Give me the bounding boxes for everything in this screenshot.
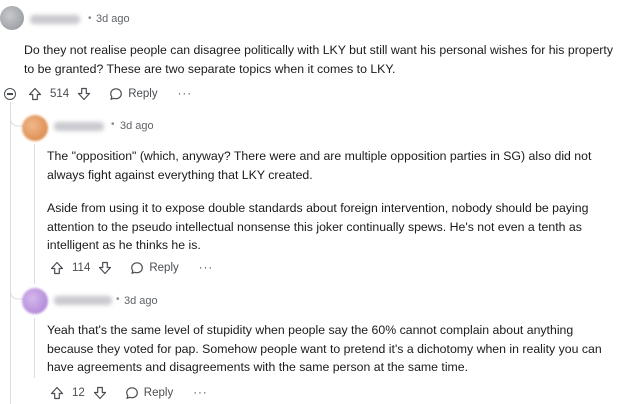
- upvote-button[interactable]: [50, 386, 64, 400]
- more-options-button[interactable]: ···: [193, 387, 208, 399]
- more-options-button[interactable]: ···: [178, 88, 193, 100]
- comment-body: Yeah that's the same level of stupidity …: [47, 321, 632, 377]
- vote-bar: 12 Reply ···: [50, 385, 208, 401]
- thread-line-reply[interactable]: [34, 318, 35, 378]
- username[interactable]: [54, 296, 112, 305]
- reply-label: Reply: [128, 88, 158, 100]
- comment-line: because they voted for pap. Somehow peop…: [47, 341, 602, 356]
- comment-line: always fight against everything that LKY…: [47, 167, 313, 182]
- downvote-button[interactable]: [98, 261, 112, 275]
- comment-line: Aside from using it to expose double sta…: [47, 201, 589, 215]
- thread-line-reply[interactable]: [34, 144, 35, 284]
- username[interactable]: [54, 122, 104, 131]
- comment-body: The "opposition" (which, anyway? There w…: [47, 147, 632, 255]
- thread-line-main[interactable]: [10, 102, 11, 404]
- more-options-button[interactable]: ···: [199, 262, 214, 274]
- timestamp[interactable]: 3d ago: [124, 295, 158, 307]
- meta-separator: •: [116, 294, 120, 305]
- meta-separator: •: [111, 119, 115, 130]
- upvote-button[interactable]: [28, 87, 42, 101]
- timestamp[interactable]: 3d ago: [96, 13, 130, 25]
- reply-icon: [125, 387, 138, 399]
- vote-bar: 514 Reply ···: [28, 86, 192, 102]
- upvote-icon: [28, 87, 42, 101]
- comment-line: to be granted? These are two separate to…: [24, 61, 396, 76]
- downvote-icon: [78, 87, 91, 101]
- reply-icon: [110, 88, 123, 100]
- downvote-button[interactable]: [77, 87, 91, 101]
- avatar[interactable]: [22, 288, 48, 314]
- collapse-thread-button[interactable]: [4, 88, 16, 100]
- downvote-icon: [93, 386, 106, 400]
- comment-line: attention to the pseudo intellectual non…: [47, 219, 582, 234]
- reply-button[interactable]: Reply: [130, 261, 179, 275]
- avatar[interactable]: [22, 115, 48, 141]
- reply-icon: [131, 262, 144, 274]
- meta-separator: •: [88, 13, 92, 24]
- downvote-icon: [99, 261, 112, 275]
- comment-body: Do they not realise people can disagree …: [24, 41, 634, 78]
- vote-count: 12: [72, 387, 85, 399]
- comment-line: Yeah that's the same level of stupidity …: [47, 323, 574, 337]
- reply-label: Reply: [149, 262, 179, 274]
- comment-line: intelligent as he thinks he is.: [47, 238, 201, 252]
- timestamp[interactable]: 3d ago: [120, 120, 154, 132]
- reply-button[interactable]: Reply: [109, 87, 158, 101]
- upvote-icon: [50, 261, 64, 275]
- comment-line: The "opposition" (which, anyway? There w…: [47, 149, 592, 163]
- downvote-button[interactable]: [93, 386, 107, 400]
- vote-count: 514: [50, 88, 70, 100]
- upvote-icon: [50, 386, 64, 400]
- avatar[interactable]: [0, 6, 24, 30]
- upvote-button[interactable]: [50, 261, 64, 275]
- reply-label: Reply: [143, 387, 174, 399]
- username[interactable]: [30, 15, 80, 24]
- vote-bar: 114 Reply ···: [50, 260, 213, 276]
- comment-line: Do they not realise people can disagree …: [24, 43, 613, 57]
- reply-button[interactable]: Reply: [125, 386, 173, 400]
- vote-count: 114: [72, 262, 91, 274]
- comment-line: have agreements and disagreements with t…: [47, 360, 469, 374]
